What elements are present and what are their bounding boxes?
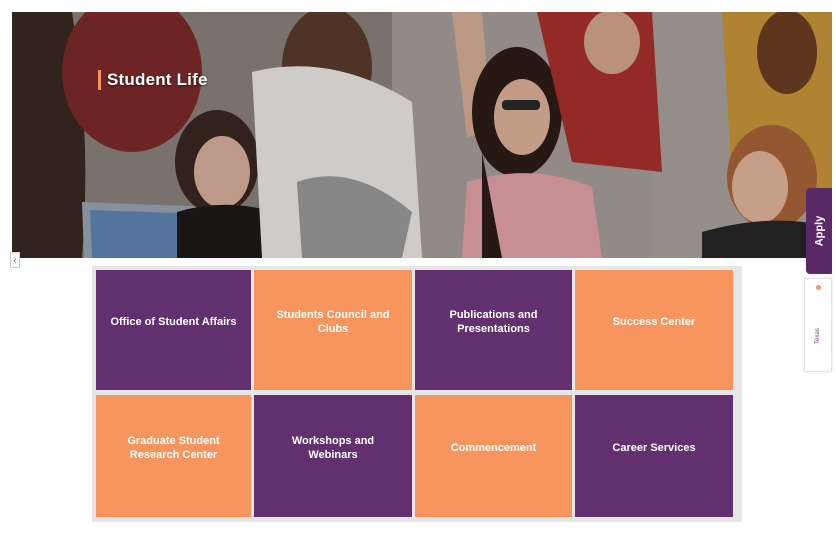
hero-photo <box>12 12 832 258</box>
tile-workshops-and-webinars[interactable]: Workshops and Webinars <box>254 395 412 517</box>
apply-label: Apply <box>813 215 825 247</box>
hero-title-accent <box>98 70 101 90</box>
hero-banner: Student Life <box>12 12 832 258</box>
tile-students-council-and-clubs[interactable]: Students Council and Clubs <box>254 270 412 390</box>
hero-title: Student Life <box>98 70 208 90</box>
tile-label: Students Council and Clubs <box>276 309 390 335</box>
tile-label: Career Services <box>612 442 696 454</box>
tile-success-center[interactable]: Success Center <box>575 270 733 390</box>
tile-label: Commencement <box>450 442 537 454</box>
tile-grid: Office of Student Affairs Students Counc… <box>96 270 738 517</box>
tile-label: Workshops and Webinars <box>291 435 375 461</box>
tile-graduate-student-research-center[interactable]: Graduate Student Research Center <box>96 395 251 517</box>
dot-icon <box>816 285 821 290</box>
tile-label: Success Center <box>612 316 696 328</box>
chevron-left-icon[interactable]: ‹ <box>10 252 20 268</box>
texas-logo: Texas <box>815 328 821 344</box>
tile-career-services[interactable]: Career Services <box>575 395 733 517</box>
tile-office-of-student-affairs[interactable]: Office of Student Affairs <box>96 270 251 390</box>
hero-title-text: Student Life <box>107 70 208 89</box>
side-widget[interactable]: Texas <box>804 278 832 372</box>
tile-label: Graduate Student Research Center <box>127 435 220 461</box>
student-services-grid: Office of Student Affairs Students Counc… <box>92 266 742 522</box>
tile-commencement[interactable]: Commencement <box>415 395 572 517</box>
tile-label: Office of Student Affairs <box>110 316 237 328</box>
apply-button[interactable]: Apply <box>806 188 832 274</box>
student-life-page: Student Life ‹ Apply Texas Office of Stu… <box>0 0 836 554</box>
tile-publications-and-presentations[interactable]: Publications and Presentations <box>415 270 572 390</box>
tile-label: Publications and Presentations <box>449 309 538 335</box>
